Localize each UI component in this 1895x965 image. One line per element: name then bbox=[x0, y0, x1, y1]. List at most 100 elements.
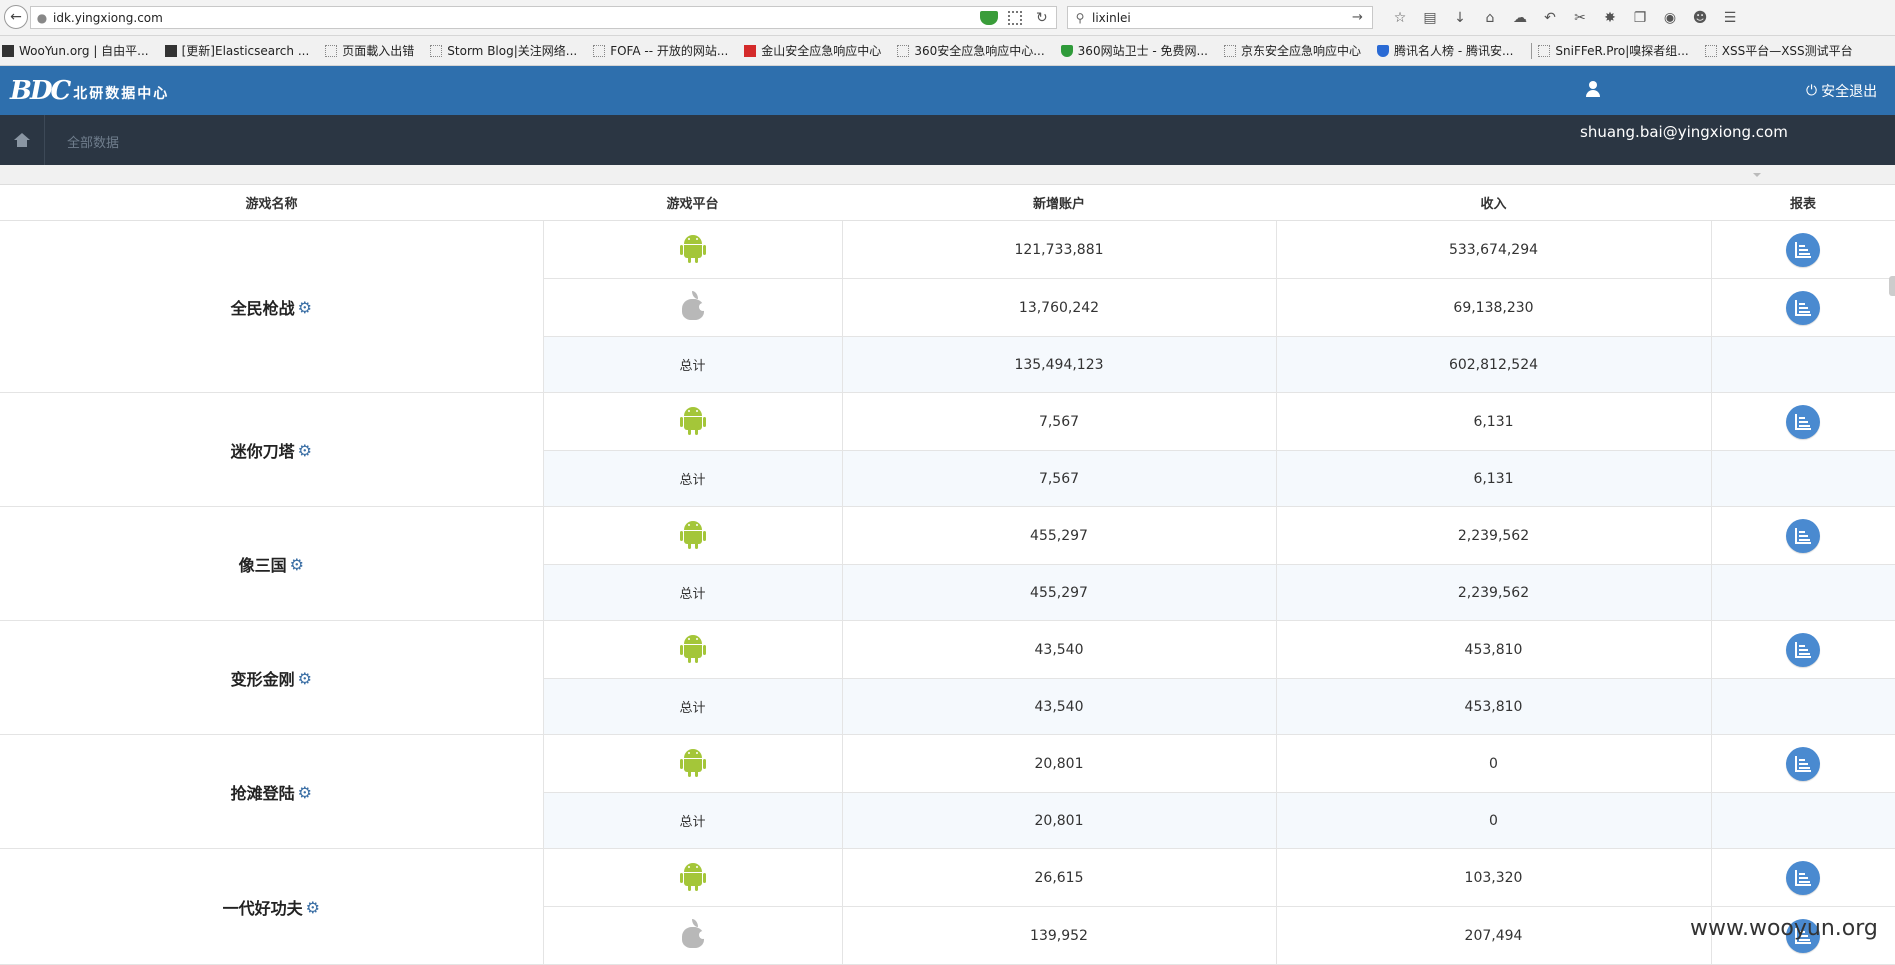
bookmark-label: 京东安全应急响应中心 bbox=[1240, 44, 1361, 58]
bug-icon[interactable]: ✸ bbox=[1595, 8, 1625, 28]
revenue-cell: 207,494 bbox=[1275, 906, 1711, 965]
report-cell bbox=[1710, 734, 1895, 793]
bookmark-favicon-icon bbox=[1377, 44, 1389, 57]
bookmark-favicon-icon bbox=[1060, 44, 1073, 57]
revenue-cell: 0 bbox=[1275, 734, 1711, 793]
back-icon[interactable]: ← bbox=[4, 5, 28, 29]
bookmark-item[interactable]: SniFFeR.Pro|嗅探者组... bbox=[1536, 42, 1689, 59]
bookmark-item[interactable]: [更新]Elasticsearch ... bbox=[163, 42, 310, 59]
report-chart-button[interactable] bbox=[1786, 860, 1821, 895]
report-chart-button[interactable] bbox=[1786, 404, 1821, 439]
game-name-cell: 抢滩登陆 ⚙ bbox=[0, 734, 543, 849]
report-chart-button[interactable] bbox=[1786, 746, 1821, 781]
watermark: www.wooyun.org bbox=[1690, 916, 1878, 941]
copy-icon[interactable]: ❐ bbox=[1625, 8, 1655, 28]
bookmark-label: Storm Blog|关注网络... bbox=[447, 44, 578, 58]
scrollbar-nub[interactable] bbox=[1889, 276, 1895, 296]
report-chart-button[interactable] bbox=[1786, 290, 1821, 325]
app-header: BDC 北研数据中心 ⏻ 安全退出 bbox=[0, 66, 1895, 115]
bookmark-item[interactable]: FOFA -- 开放的网站... bbox=[591, 42, 728, 59]
game-name-cell: 迷你刀塔 ⚙ bbox=[0, 392, 543, 507]
caret-down-icon[interactable] bbox=[1753, 173, 1761, 177]
qr-code-icon[interactable] bbox=[1008, 10, 1022, 25]
game-name[interactable]: 抢滩登陆 bbox=[231, 784, 295, 803]
bookmark-label: [更新]Elasticsearch ... bbox=[181, 44, 310, 58]
table-row: 变形金刚 ⚙ 43,540 453,810 bbox=[0, 620, 1895, 735]
home-button[interactable] bbox=[0, 115, 45, 165]
reading-list-icon[interactable]: ▤ bbox=[1415, 8, 1445, 28]
bookmark-item[interactable]: 360安全应急响应中心... bbox=[895, 42, 1045, 59]
game-name[interactable]: 全民枪战 bbox=[231, 299, 295, 318]
bookmark-item[interactable]: 腾讯名人榜 - 腾讯安... bbox=[1375, 42, 1513, 59]
bookmark-separator bbox=[1531, 42, 1533, 59]
report-chart-button[interactable] bbox=[1786, 518, 1821, 553]
header-game-name: 游戏名称 bbox=[0, 185, 543, 221]
gear-icon[interactable]: ⚙ bbox=[298, 441, 312, 460]
game-name[interactable]: 迷你刀塔 bbox=[231, 442, 295, 461]
total-label: 总计 bbox=[679, 359, 706, 374]
menu-icon[interactable]: ☰ bbox=[1715, 8, 1745, 28]
bookmark-label: 360网站卫士 - 免费网... bbox=[1077, 44, 1208, 58]
reload-icon[interactable]: ↻ bbox=[1036, 10, 1056, 26]
bookmark-star-icon[interactable]: ☆ bbox=[1385, 8, 1415, 28]
crop-icon[interactable]: ✂ bbox=[1565, 8, 1595, 28]
header-new-accounts: 新增账户 bbox=[842, 185, 1276, 221]
bookmark-favicon-icon bbox=[744, 44, 757, 57]
game-name[interactable]: 一代好功夫 bbox=[223, 899, 303, 918]
bookmark-favicon-icon bbox=[593, 44, 606, 57]
new-accounts-cell: 13,760,242 bbox=[841, 278, 1276, 337]
gear-icon[interactable]: ⚙ bbox=[306, 898, 320, 917]
new-accounts-cell: 20,801 bbox=[841, 734, 1276, 793]
table-row: 全民枪战 ⚙ 121,733,881 533,674,294 bbox=[0, 220, 1895, 393]
bookmark-item[interactable]: 页面載入出错 bbox=[323, 42, 414, 59]
bookmark-item[interactable]: 360网站卫士 - 免费网... bbox=[1059, 42, 1208, 59]
revenue-cell: 453,810 bbox=[1275, 620, 1711, 679]
report-chart-button[interactable] bbox=[1786, 632, 1821, 667]
game-name-cell: 全民枪战 ⚙ bbox=[0, 220, 543, 393]
revenue-cell: 602,812,524 bbox=[1275, 336, 1711, 393]
shield-green-icon[interactable]: ◉ bbox=[1655, 8, 1685, 28]
bookmark-item[interactable]: WooYun.org | 自由平... bbox=[0, 42, 149, 59]
table-header-row: 游戏名称 游戏平台 新增账户 收入 报表 bbox=[0, 185, 1895, 221]
chat-icon[interactable]: ☁ bbox=[1505, 8, 1535, 28]
search-input[interactable]: lixinlei bbox=[1092, 11, 1352, 25]
table-row: 像三国 ⚙ 455,297 2,239,562 bbox=[0, 506, 1895, 621]
search-bar[interactable]: ⚲ lixinlei → bbox=[1067, 6, 1373, 29]
search-icon: ⚲ bbox=[1075, 10, 1085, 25]
gear-icon[interactable]: ⚙ bbox=[290, 555, 304, 574]
total-label: 总计 bbox=[679, 473, 706, 488]
url-text[interactable]: idk.yingxiong.com bbox=[53, 11, 980, 25]
search-go-icon[interactable]: → bbox=[1352, 10, 1372, 25]
gear-icon[interactable]: ⚙ bbox=[298, 298, 312, 317]
gear-icon[interactable]: ⚙ bbox=[298, 783, 312, 802]
bookmark-item[interactable]: Storm Blog|关注网络... bbox=[428, 42, 577, 59]
logo[interactable]: BDC 北研数据中心 bbox=[10, 78, 169, 104]
undo-icon[interactable]: ↶ bbox=[1535, 8, 1565, 28]
user-icon[interactable] bbox=[1585, 81, 1601, 99]
logout-button[interactable]: ⏻ 安全退出 bbox=[1806, 81, 1877, 101]
gear-icon[interactable]: ⚙ bbox=[298, 669, 312, 688]
new-accounts-cell: 26,615 bbox=[841, 848, 1276, 907]
monkey-icon[interactable]: ☻ bbox=[1685, 8, 1715, 28]
platform-cell: 总计 bbox=[542, 564, 842, 621]
bookmark-item[interactable]: 京东安全应急响应中心 bbox=[1222, 42, 1361, 59]
home-browser-icon[interactable]: ⌂ bbox=[1475, 8, 1505, 28]
collapse-bar bbox=[0, 165, 1895, 185]
user-email[interactable]: shuang.bai@yingxiong.com bbox=[1580, 123, 1788, 141]
android-icon bbox=[679, 233, 706, 263]
game-name-cell: 一代好功夫 ⚙ bbox=[0, 848, 543, 965]
report-chart-button[interactable] bbox=[1786, 232, 1821, 267]
download-icon[interactable]: ↓ bbox=[1445, 8, 1475, 28]
game-name[interactable]: 像三国 bbox=[239, 556, 287, 575]
game-name-cell: 像三国 ⚙ bbox=[0, 506, 543, 621]
apple-icon bbox=[681, 918, 707, 949]
bookmark-item[interactable]: XSS平台—XSS测试平台 bbox=[1703, 42, 1853, 59]
bookmark-favicon-icon bbox=[1223, 44, 1236, 57]
bookmark-favicon-icon bbox=[325, 44, 338, 57]
game-name[interactable]: 变形金刚 bbox=[231, 670, 295, 689]
url-bar[interactable]: ● idk.yingxiong.com ↻ bbox=[30, 6, 1057, 29]
bookmark-item[interactable]: 金山安全应急响应中心 bbox=[742, 42, 881, 59]
nav-all-data[interactable]: 全部数据 bbox=[67, 132, 119, 151]
revenue-cell: 6,131 bbox=[1275, 450, 1711, 507]
shield-icon[interactable] bbox=[980, 10, 998, 25]
